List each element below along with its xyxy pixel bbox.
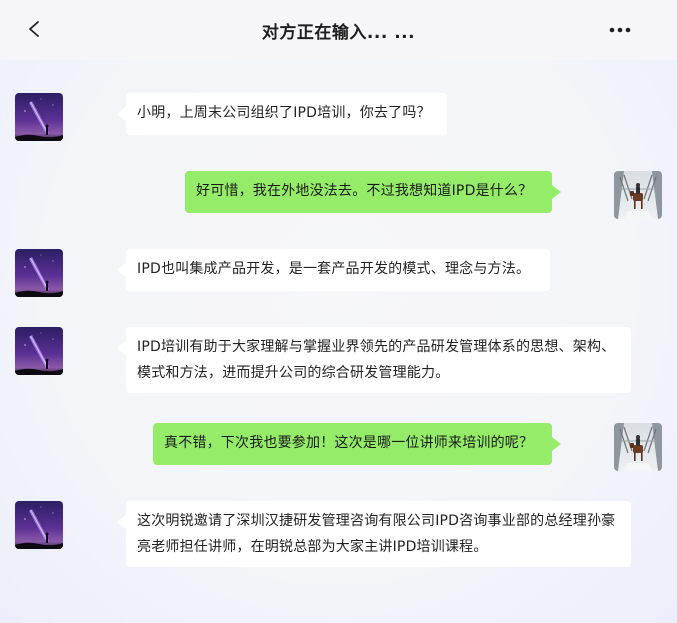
more-options-button[interactable]: [603, 16, 637, 44]
message-bubble-incoming[interactable]: IPD培训有助于大家理解与掌握业界领先的产品研发管理体系的思想、架构、模式和方法…: [117, 327, 631, 393]
message-bubble-incoming[interactable]: IPD也叫集成产品开发，是一套产品开发的模式、理念与方法。: [117, 249, 550, 291]
message-bubble-outgoing[interactable]: 真不错，下次我也要参加！这次是哪一位讲师来培训的呢？: [153, 423, 561, 465]
self-avatar[interactable]: [614, 423, 662, 471]
message-bubble-outgoing[interactable]: 好可惜，我在外地没法去。不过我想知道IPD是什么？: [185, 171, 561, 213]
message-text: IPD培训有助于大家理解与掌握业界领先的产品研发管理体系的思想、架构、模式和方法…: [137, 339, 616, 381]
message-text: IPD也叫集成产品开发，是一套产品开发的模式、理念与方法。: [137, 261, 531, 277]
message-text: 好可惜，我在外地没法去。不过我想知道IPD是什么？: [196, 183, 533, 199]
more-dots-icon: [609, 27, 631, 33]
self-avatar[interactable]: [614, 171, 662, 219]
contact-avatar[interactable]: [15, 501, 63, 549]
message-text: 真不错，下次我也要参加！这次是哪一位讲师来培训的呢？: [164, 435, 534, 451]
contact-avatar[interactable]: [15, 249, 63, 297]
page-title: 对方正在输入... ...: [261, 23, 416, 43]
contact-avatar[interactable]: [15, 93, 63, 141]
message-bubble-incoming[interactable]: 这次明锐邀请了深圳汉捷研发管理咨询有限公司IPD咨询事业部的总经理孙豪亮老师担任…: [117, 501, 631, 567]
chat-screen: 对方正在输入... ... 小明，上周末公司组织了IPD培训，你去了吗？ 好可惜…: [0, 0, 677, 623]
message-text: 小明，上周末公司组织了IPD培训，你去了吗？: [137, 105, 431, 121]
message-bubble-incoming[interactable]: 小明，上周末公司组织了IPD培训，你去了吗？: [117, 93, 447, 135]
chat-header: 对方正在输入... ...: [0, 0, 677, 60]
message-text: 这次明锐邀请了深圳汉捷研发管理咨询有限公司IPD咨询事业部的总经理孙豪亮老师担任…: [137, 513, 616, 555]
contact-avatar[interactable]: [15, 327, 63, 375]
